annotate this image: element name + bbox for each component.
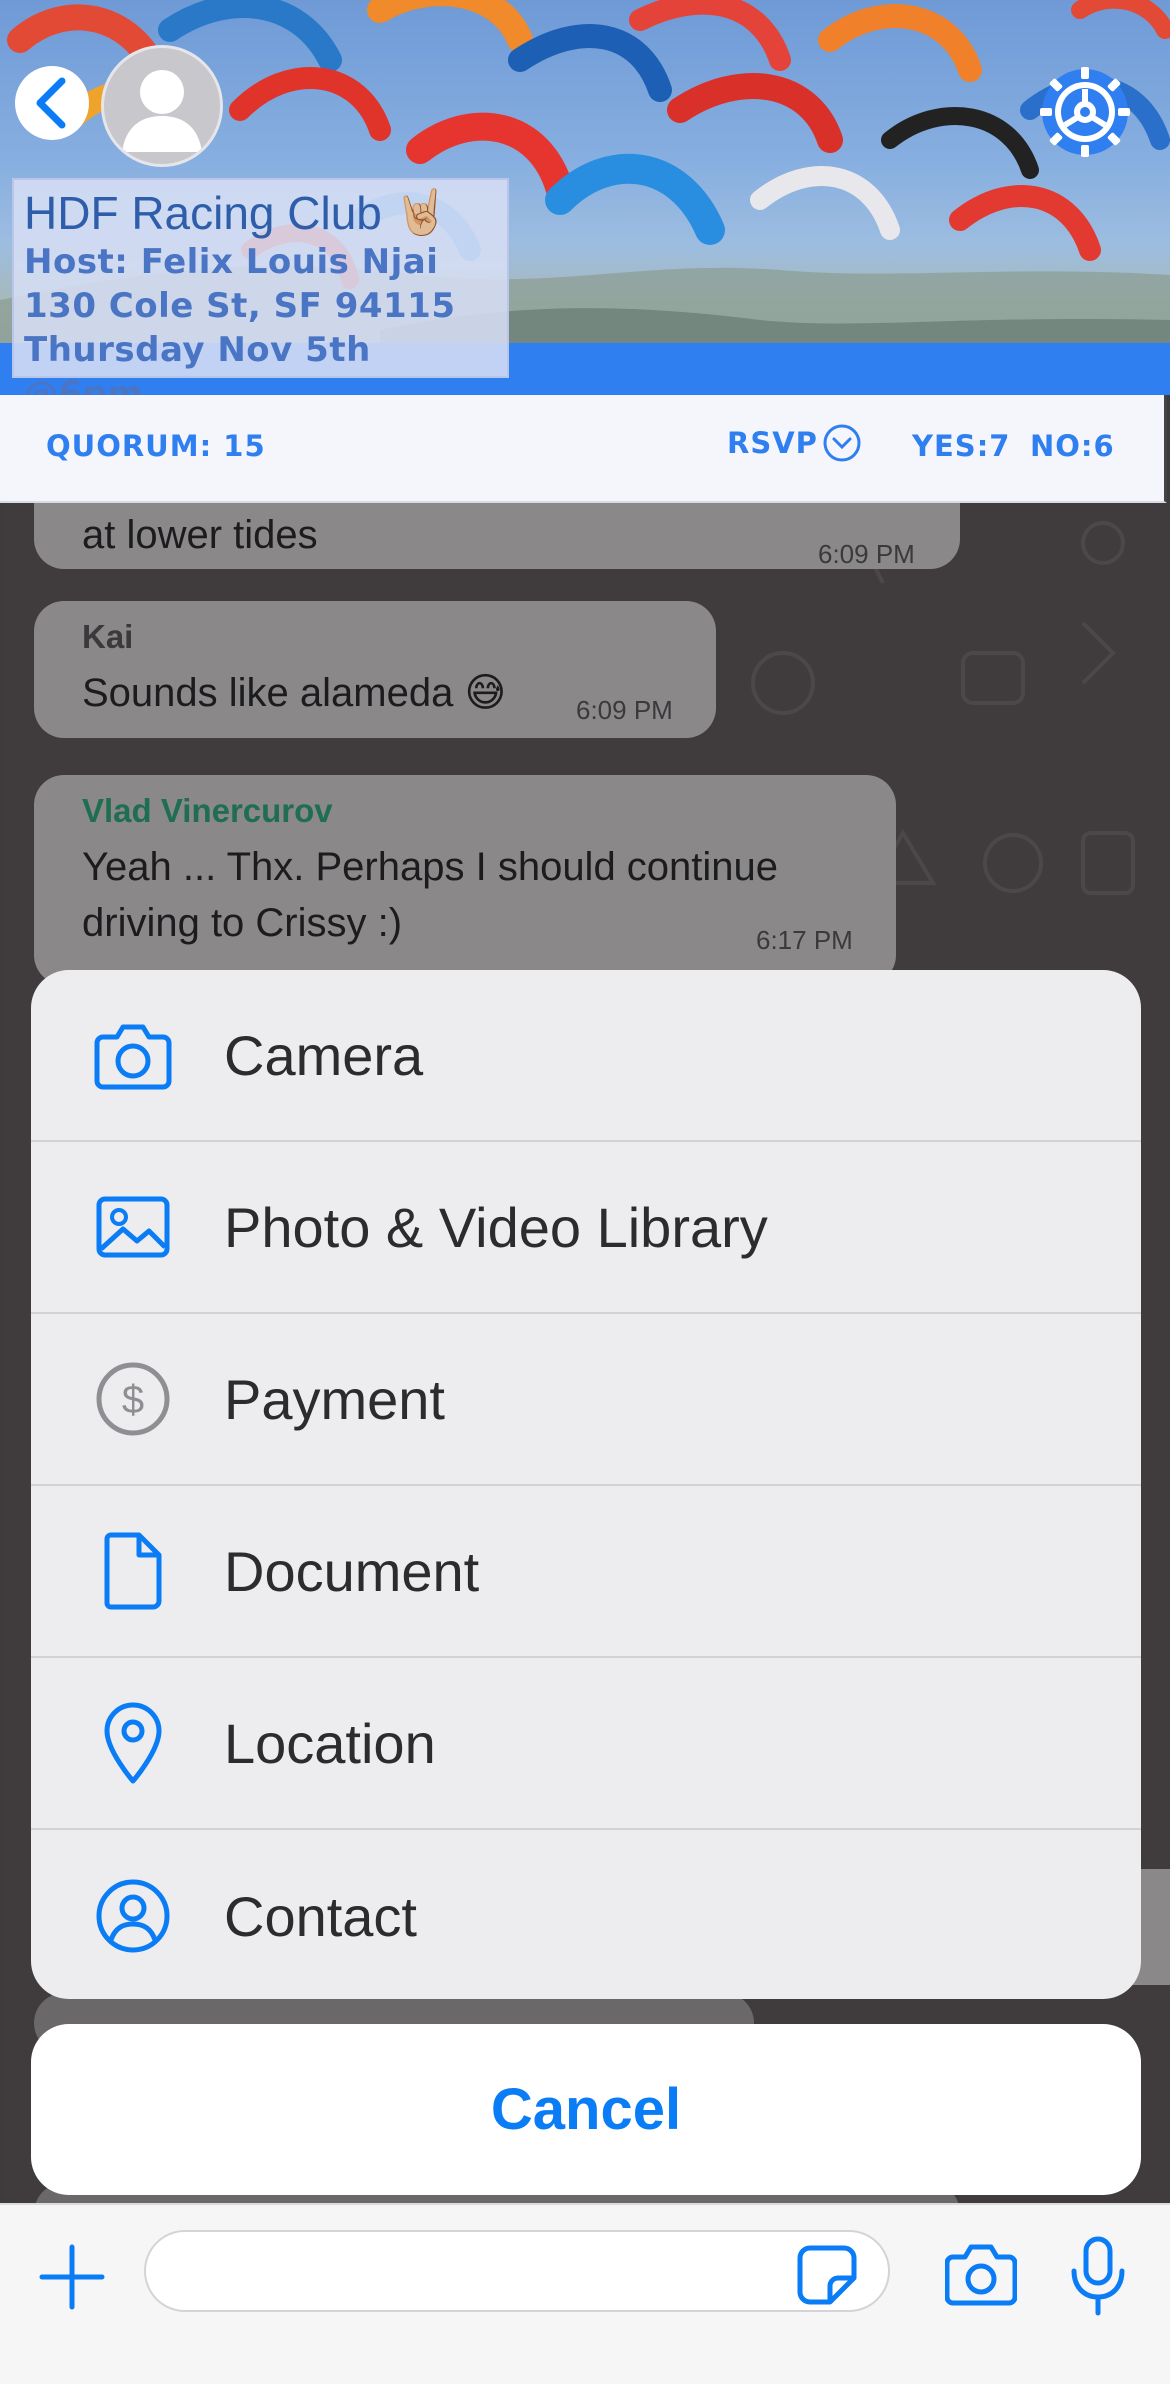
no-count[interactable]: NO:6: [1030, 429, 1115, 463]
action-location[interactable]: Location: [31, 1658, 1141, 1830]
rsvp-label: RSVP: [727, 426, 818, 460]
message-bubble[interactable]: Kai Sounds like alameda 😅 6:09 PM: [34, 601, 716, 738]
person-placeholder-icon: [122, 70, 202, 152]
message-time: 6:09 PM: [818, 539, 915, 569]
yes-count[interactable]: YES:7: [912, 429, 1010, 463]
cancel-label: Cancel: [490, 2077, 682, 2142]
group-settings-button[interactable]: [1040, 67, 1130, 157]
message-bubble[interactable]: Vlad Vinercurov Yeah ... Thx. Perhaps I …: [34, 775, 896, 985]
message-time: 6:17 PM: [756, 925, 853, 955]
back-button[interactable]: [15, 66, 89, 140]
action-photo-library[interactable]: Photo & Video Library: [31, 1142, 1141, 1314]
attachment-action-sheet: Camera Photo & Video Library $ Payment D…: [31, 970, 1141, 1999]
action-payment[interactable]: $ Payment: [31, 1314, 1141, 1486]
action-contact-label: Contact: [224, 1884, 417, 1948]
camera-icon: [83, 1005, 183, 1105]
chevron-down-circle-icon: [823, 424, 861, 462]
message-text: Sounds like alameda 😅: [82, 665, 506, 721]
message-bubble[interactable]: at lower tides 6:09 PM: [34, 503, 960, 569]
action-payment-label: Payment: [224, 1367, 445, 1431]
message-text: at lower tides: [82, 513, 318, 557]
group-title-text: HDF Racing Club: [24, 187, 382, 239]
svg-text:$: $: [122, 1378, 144, 1422]
message-text-line2: driving to Crissy :): [82, 901, 403, 945]
event-address: 130 Cole St, SF 94115: [24, 286, 456, 326]
action-camera-label: Camera: [224, 1023, 424, 1087]
event-info-card[interactable]: HDF Racing Club 🤘🏼 Host: Felix Louis Nja…: [12, 178, 509, 414]
rock-on-emoji: 🤘🏼: [393, 188, 449, 237]
document-icon: [83, 1521, 183, 1621]
action-photo-library-label: Photo & Video Library: [224, 1195, 768, 1259]
message-input-bar: [0, 2203, 1170, 2384]
action-contact[interactable]: Contact: [31, 1830, 1141, 1999]
quorum-count: QUORUM: 15: [46, 429, 266, 463]
event-host: Host: Felix Louis Njai: [24, 242, 439, 282]
camera-icon[interactable]: [945, 2241, 1017, 2307]
sweat-smile-emoji: 😅: [464, 671, 507, 715]
action-document-label: Document: [224, 1539, 480, 1603]
microphone-icon[interactable]: [1068, 2235, 1128, 2317]
cancel-button[interactable]: Cancel: [31, 2024, 1141, 2195]
group-avatar[interactable]: [101, 45, 223, 167]
chevron-left-icon: [36, 77, 66, 129]
message-sender: Kai: [82, 618, 134, 655]
contact-icon: [83, 1866, 183, 1966]
gear-icon: [1040, 67, 1130, 157]
rsvp-status-bar: QUORUM: 15 RSVP YES:7 NO:6: [0, 395, 1167, 503]
plus-icon[interactable]: [36, 2241, 108, 2313]
location-pin-icon: [83, 1693, 183, 1793]
dollar-circle-icon: $: [83, 1349, 183, 1449]
message-input[interactable]: [144, 2230, 890, 2312]
message-text-body: Sounds like alameda: [82, 671, 454, 715]
action-document[interactable]: Document: [31, 1486, 1141, 1658]
action-location-label: Location: [224, 1711, 436, 1775]
photo-library-icon: [83, 1177, 183, 1277]
sticker-icon[interactable]: [796, 2244, 858, 2306]
action-camera[interactable]: Camera: [31, 970, 1141, 1142]
message-sender: Vlad Vinercurov: [82, 792, 333, 829]
message-text-line1: Yeah ... Thx. Perhaps I should continue: [82, 845, 779, 889]
message-time: 6:09 PM: [576, 695, 673, 725]
rsvp-dropdown[interactable]: RSVP: [727, 423, 862, 463]
group-title: HDF Racing Club 🤘🏼: [24, 186, 497, 240]
